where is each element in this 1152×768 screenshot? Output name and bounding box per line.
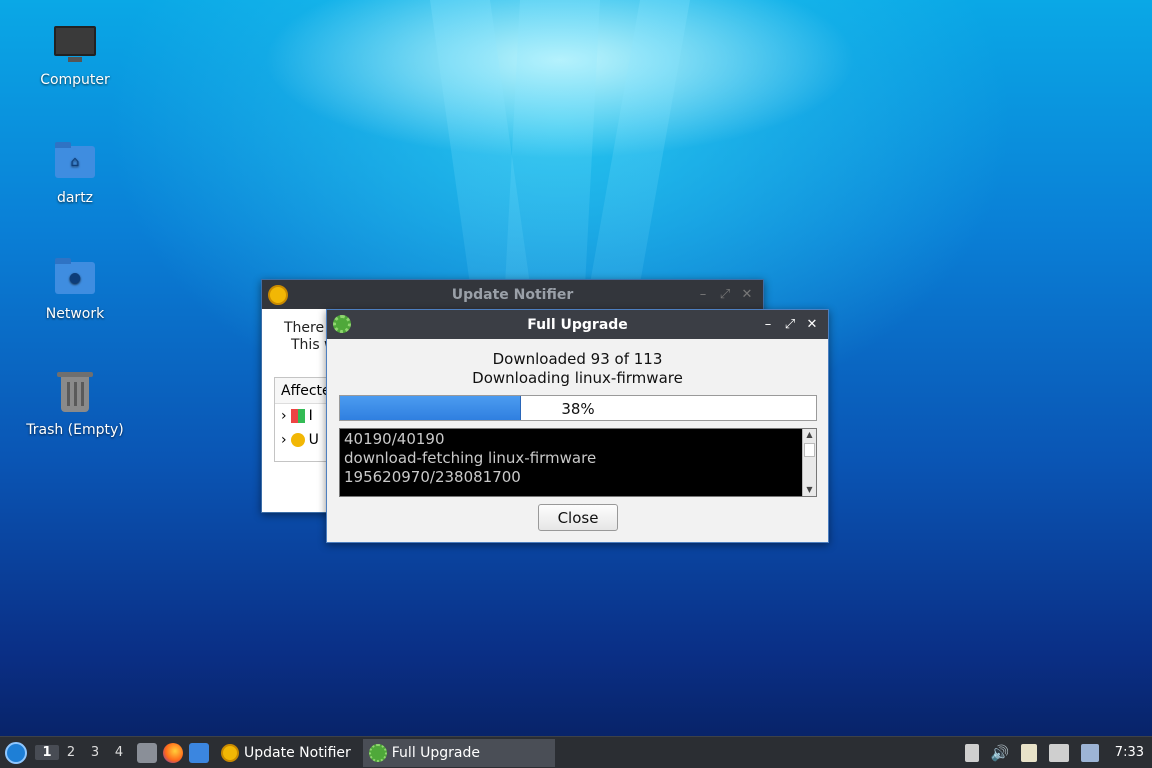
start-menu-icon[interactable] [5, 741, 27, 764]
scroll-thumb[interactable] [804, 443, 815, 457]
status-line: Downloading linux-firmware [472, 369, 683, 387]
tree-row-label: U [308, 432, 319, 448]
desktop-icon-network[interactable]: ● Network [20, 256, 130, 322]
network-folder-icon: ● [53, 256, 97, 300]
trash-icon [53, 372, 97, 416]
workspace-1[interactable]: 1 [35, 745, 59, 760]
task-label: Update Notifier [244, 744, 351, 761]
update-notifier-icon [268, 284, 288, 305]
log-line: 195620970/238081700 [344, 468, 521, 486]
desktop-icon-trash[interactable]: Trash (Empty) [20, 372, 130, 438]
log-line: 40190/40190 [344, 430, 445, 448]
minimize-button[interactable]: – [760, 317, 776, 332]
computer-icon [53, 22, 97, 66]
workspace-2[interactable]: 2 [59, 745, 83, 760]
scroll-down-icon[interactable]: ▼ [803, 484, 816, 496]
desktop-icon-label: Network [45, 306, 105, 322]
desktop-icon-label: Computer [40, 72, 110, 88]
progress-bar: 38% [339, 395, 817, 421]
full-upgrade-window[interactable]: Full Upgrade – ⤢ ✕ Downloaded 93 of 113 … [326, 309, 829, 543]
desktop-icon-label: Trash (Empty) [26, 422, 124, 438]
network-icon[interactable] [1048, 743, 1069, 762]
volume-icon[interactable]: 🔊 [991, 744, 1010, 762]
scrollbar[interactable]: ▲ ▼ [802, 429, 816, 496]
task-label: Full Upgrade [391, 744, 481, 761]
log-lines: 40190/40190 download-fetching linux-firmw… [344, 430, 596, 487]
expander-icon[interactable]: › [281, 408, 287, 424]
package-icon [290, 409, 305, 423]
clock[interactable]: 7:33 [1115, 745, 1144, 760]
close-button[interactable]: Close [538, 504, 618, 531]
tree-row-label: I [308, 408, 313, 424]
system-tray: 🔊 7:33 [964, 743, 1152, 762]
show-desktop-icon[interactable] [189, 742, 209, 763]
task-update-notifier[interactable]: Update Notifier [215, 739, 357, 767]
download-status: Downloaded 93 of 113 Downloading linux-f… [327, 350, 828, 388]
task-full-upgrade[interactable]: Full Upgrade [362, 738, 555, 767]
workspace-4[interactable]: 4 [107, 745, 131, 760]
notification-icon[interactable] [1080, 743, 1099, 762]
update-notifier-icon [221, 743, 239, 762]
updates-tray-icon[interactable] [964, 743, 979, 762]
workspace-switcher[interactable]: 1 2 3 4 [35, 745, 131, 760]
file-manager-icon[interactable] [137, 742, 157, 763]
workspace-3[interactable]: 3 [83, 745, 107, 760]
scroll-up-icon[interactable]: ▲ [803, 429, 816, 441]
progress-label: 38% [561, 400, 595, 418]
title-bar[interactable]: Update Notifier – ⤢ ✕ [262, 280, 763, 309]
gear-icon [333, 314, 353, 335]
maximize-button[interactable]: ⤢ [782, 317, 798, 332]
log-line: download-fetching linux-firmware [344, 449, 597, 467]
update-icon [290, 433, 305, 447]
close-window-button[interactable]: ✕ [804, 317, 820, 332]
close-window-button[interactable]: ✕ [739, 287, 755, 302]
window-title: Full Upgrade [527, 316, 628, 333]
status-line: Downloaded 93 of 113 [492, 350, 663, 368]
window-title: Update Notifier [451, 286, 574, 303]
clipboard-icon[interactable] [1020, 743, 1037, 762]
desktop-icon-home[interactable]: ⌂ dartz [20, 140, 130, 206]
firefox-icon[interactable] [163, 742, 183, 763]
home-folder-icon: ⌂ [53, 140, 97, 184]
taskbar: 1 2 3 4 Update Notifier Full Upgrade 🔊 7… [0, 736, 1152, 768]
maximize-button[interactable]: ⤢ [717, 287, 733, 302]
log-output[interactable]: 40190/40190 download-fetching linux-firmw… [339, 428, 817, 497]
gear-icon [368, 743, 387, 762]
desktop-icon-computer[interactable]: Computer [20, 22, 130, 88]
expander-icon[interactable]: › [281, 432, 287, 448]
title-bar[interactable]: Full Upgrade – ⤢ ✕ [327, 310, 828, 339]
minimize-button[interactable]: – [695, 287, 711, 302]
desktop-icon-label: dartz [56, 190, 94, 206]
